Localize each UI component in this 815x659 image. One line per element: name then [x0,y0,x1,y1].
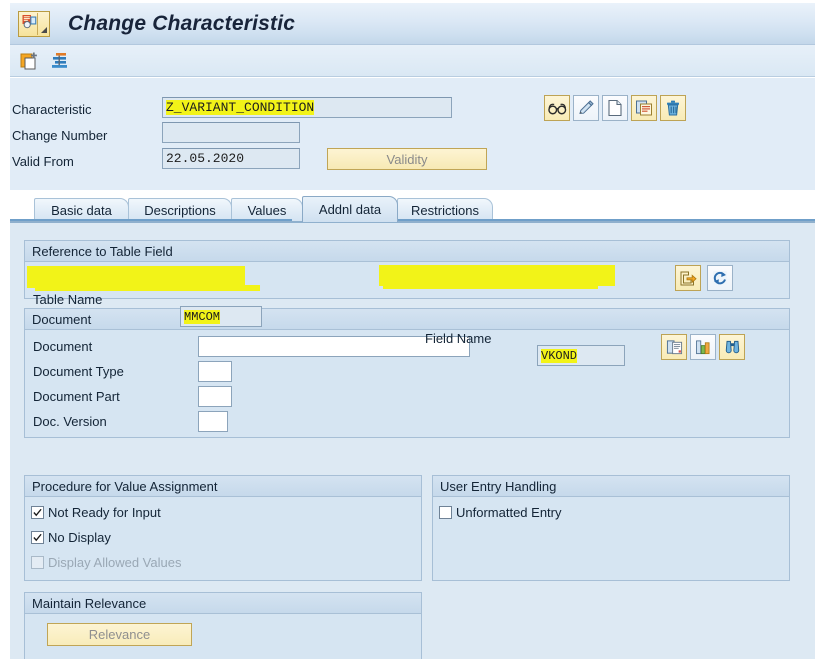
doc-version-label: Doc. Version [33,414,107,429]
page-title: Change Characteristic [68,11,296,35]
document-label: Document [33,339,93,354]
relevance-group-title: Maintain Relevance [25,593,421,614]
table-name-label: Table Name [33,292,103,307]
document-action-bar [661,334,745,360]
find-binoculars-icon[interactable] [719,334,745,360]
document-group-title: Document [25,309,789,330]
field-name-input[interactable]: VKOND [537,345,625,366]
no-display-checkbox[interactable] [31,531,44,544]
checkbox-unformatted-entry[interactable]: Unformatted Entry [439,505,562,520]
create-page-icon[interactable] [602,95,628,121]
checkbox-no-display[interactable]: No Display [31,530,111,545]
no-display-label: No Display [48,530,111,545]
unformatted-entry-label: Unformatted Entry [456,505,562,520]
valid-from-input[interactable]: 22.05.2020 [162,148,300,169]
characteristic-input[interactable]: Z_VARIANT_CONDITION [162,97,452,118]
user-entry-group-title: User Entry Handling [433,476,789,497]
characteristic-row: Characteristic [12,98,152,120]
sysicon-divider [37,12,38,35]
change-number-label: Change Number [12,127,108,143]
document-details-icon[interactable] [661,334,687,360]
check-icon [33,533,42,542]
sap-session-glyph [21,13,38,35]
field-name-value: VKOND [541,348,578,363]
user-entry-handling-group: User Entry Handling Unformatted Entry [432,475,790,581]
application-toolbar [10,45,815,77]
checkbox-not-ready-for-input[interactable]: Not Ready for Input [31,505,161,520]
valid-from-row: Valid From [12,150,152,172]
unformatted-entry-checkbox[interactable] [439,506,452,519]
addnl-data-panel: Reference to Table Field Table Name MMCO… [10,221,815,659]
valid-from-value: 22.05.2020 [166,151,245,166]
display-glasses-icon[interactable] [544,95,570,121]
checkbox-display-allowed-values: Display Allowed Values [31,555,181,570]
characteristic-label: Characteristic [12,101,92,117]
edit-pencil-icon[interactable] [573,95,599,121]
document-type-label: Document Type [33,364,124,379]
display-allowed-values-checkbox [31,556,44,569]
document-group: Document Document Document Type Document… [24,308,790,438]
document-type-input[interactable] [198,361,232,382]
relevance-button[interactable]: Relevance [47,623,192,646]
hierarchy-list-icon[interactable] [48,49,72,73]
procedure-for-value-assignment-group: Procedure for Value Assignment Not Ready… [24,475,422,581]
delete-trash-icon[interactable] [660,95,686,121]
not-ready-for-input-label: Not Ready for Input [48,505,161,520]
characteristic-value: Z_VARIANT_CONDITION [166,100,315,115]
change-number-input[interactable] [162,122,300,143]
document-structure-icon[interactable] [690,334,716,360]
highlight-table-name-underline [35,285,260,291]
document-part-input[interactable] [198,386,232,407]
goto-export-icon[interactable] [675,265,701,291]
display-allowed-values-label: Display Allowed Values [48,555,182,570]
reference-group-title: Reference to Table Field [25,241,789,262]
field-name-label: Field Name [425,331,492,346]
header-form-area: Characteristic Z_VARIANT_CONDITION Chang… [0,78,815,190]
highlight-field-name-underline [383,283,598,289]
table-name-value: MMCOM [184,309,221,324]
not-ready-for-input-checkbox[interactable] [31,506,44,519]
create-new-icon[interactable] [18,49,42,73]
sap-session-icon[interactable] [18,10,50,37]
tab-addnl-data[interactable]: Addnl data [302,196,398,222]
characteristic-action-bar [544,95,686,121]
window-title-bar: Change Characteristic [10,3,815,45]
valid-from-label: Valid From [12,153,74,169]
table-name-input[interactable]: MMCOM [180,306,262,327]
sap-change-characteristic-window: Change Characteristic Characteristic Z_V… [0,0,815,659]
document-part-label: Document Part [33,389,120,404]
maintain-relevance-group: Maintain Relevance Relevance [24,592,422,659]
validity-button[interactable]: Validity [327,148,487,170]
check-icon [33,508,42,517]
left-margin [0,0,10,659]
change-number-row: Change Number [12,124,152,146]
reference-to-table-field-group: Reference to Table Field Table Name MMCO… [24,240,790,366]
refresh-sync-icon[interactable] [707,265,733,291]
doc-version-input[interactable] [198,411,228,432]
chevron-down-icon[interactable] [41,26,47,33]
procedure-group-title: Procedure for Value Assignment [25,476,421,497]
copy-icon[interactable] [631,95,657,121]
